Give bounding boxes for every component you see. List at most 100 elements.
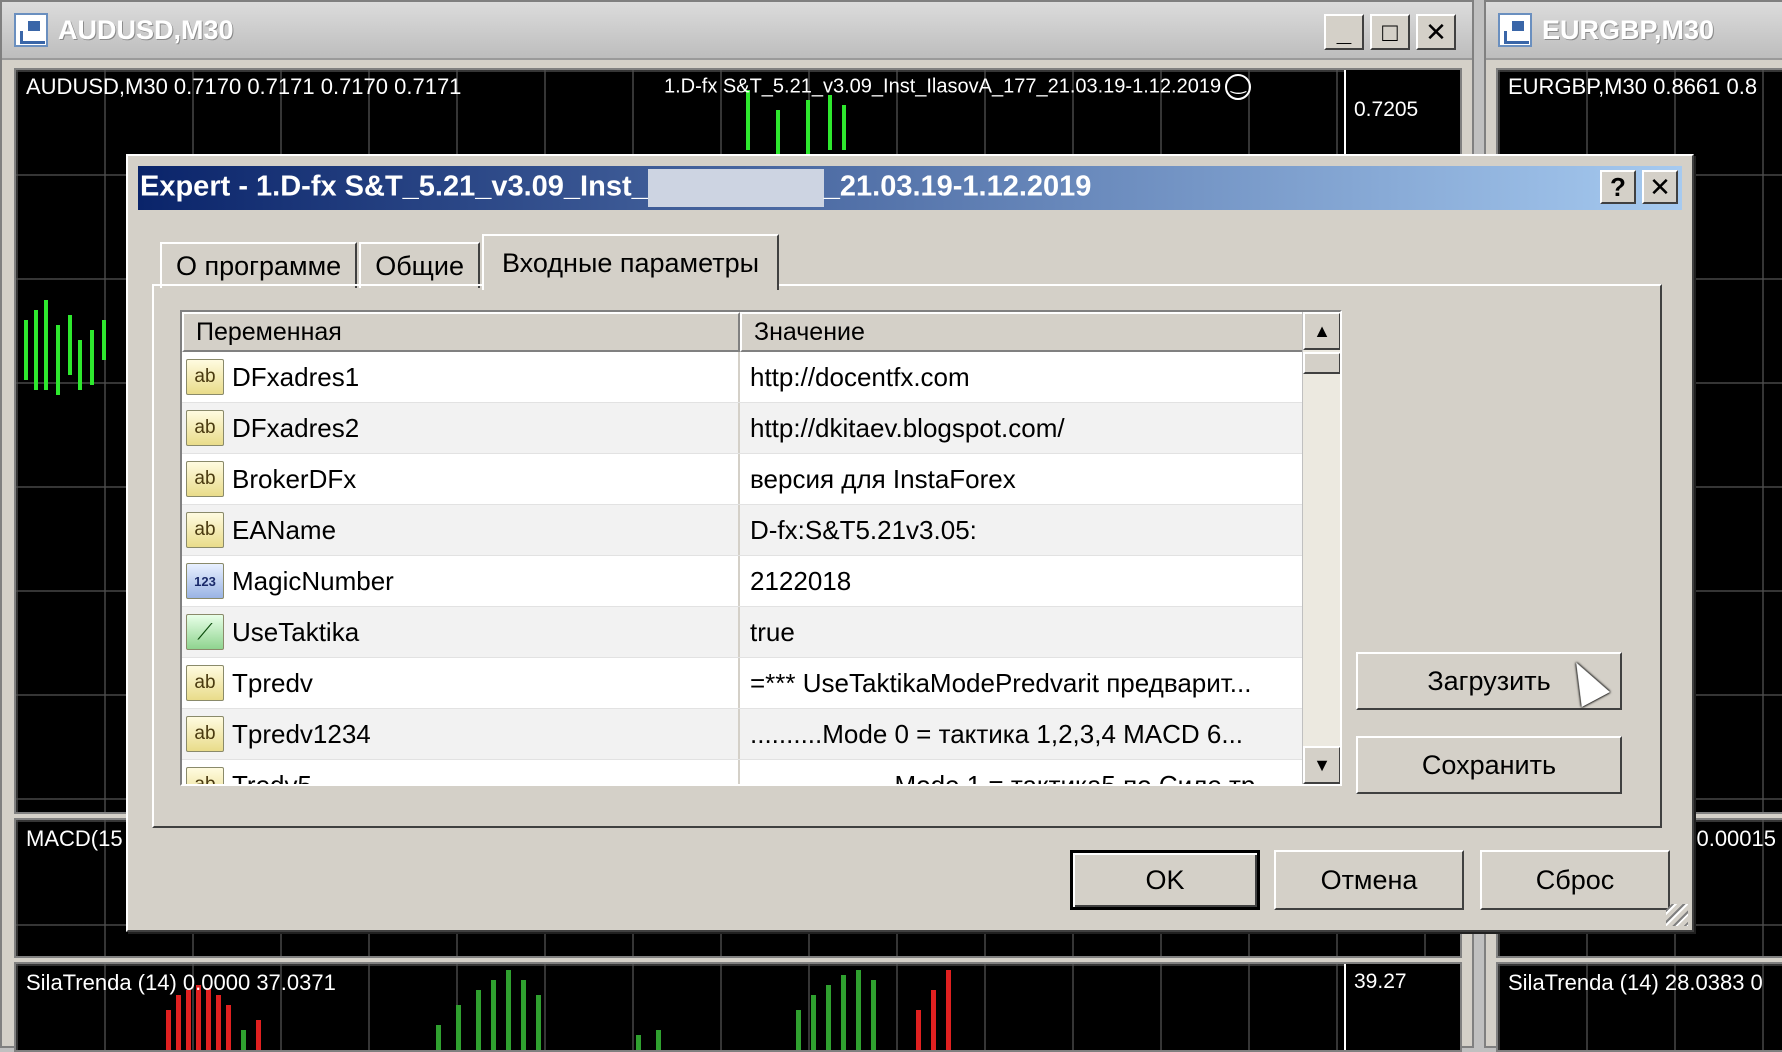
ok-button[interactable]: OK <box>1070 850 1260 910</box>
scroll-up-button[interactable]: ▲ <box>1303 312 1340 350</box>
chart-window-icon <box>14 13 48 47</box>
vertical-scrollbar[interactable]: ▲ ▼ <box>1302 312 1340 784</box>
audusd-window-title: AUDUSD,M30 <box>58 14 234 45</box>
tab-inputs[interactable]: Входные параметры <box>481 234 780 290</box>
audusd-titlebar[interactable]: AUDUSD,M30 _ □ ✕ <box>2 2 1472 60</box>
integer-type-icon: 123 <box>186 563 224 599</box>
variable-cell[interactable]: ab DFxadres1 <box>182 352 740 402</box>
expert-properties-dialog[interactable]: Expert - 1.D-fx S&T_5.21_v3.09_Inst_ _21.… <box>126 154 1694 932</box>
candle <box>68 315 72 375</box>
candle <box>56 325 60 395</box>
candle <box>102 320 106 360</box>
cancel-button[interactable]: Отмена <box>1274 850 1464 910</box>
variable-cell[interactable]: ab BrokerDFx <box>182 454 740 504</box>
variable-name: BrokerDFx <box>232 463 357 494</box>
dialog-titlebar[interactable]: Expert - 1.D-fx S&T_5.21_v3.09_Inst_ _21.… <box>138 166 1682 210</box>
resize-grip[interactable] <box>1666 904 1688 926</box>
table-row[interactable]: ab Tpredv =*** UseTaktikaModePredvarit пре… <box>182 658 1306 709</box>
reset-button[interactable]: Сброс <box>1480 850 1670 910</box>
histogram-bar <box>826 985 831 1050</box>
variable-value: true <box>750 616 795 647</box>
table-row[interactable]: ab DFxadres1 http://docentfx.com <box>182 352 1306 403</box>
value-cell[interactable]: =*** UseTaktikaModePredvarit предварит..… <box>740 658 1306 708</box>
variable-cell[interactable]: ab EAName <box>182 505 740 555</box>
histogram-bar <box>796 1010 801 1050</box>
variable-name: Tpredv1234 <box>232 718 371 749</box>
help-button[interactable]: ? <box>1600 170 1636 204</box>
value-cell[interactable]: D-fx:S&T5.21v3.05: <box>740 505 1306 555</box>
price-label: 0.7205 <box>1354 98 1419 121</box>
variable-name: Tpredv <box>232 667 313 698</box>
variable-name: UseTaktika <box>232 616 360 647</box>
value-cell[interactable]: true <box>740 607 1306 657</box>
boolean-type-icon: ⟋ <box>186 614 224 650</box>
histogram-bar <box>216 995 221 1050</box>
scroll-thumb[interactable] <box>1303 352 1340 374</box>
silatrenda-label: SilaTrenda (14) 0.0000 37.0371 <box>26 970 336 995</box>
value-cell[interactable]: http://dkitaev.blogspot.com/ <box>740 403 1306 453</box>
variable-cell[interactable]: 123 MagicNumber <box>182 556 740 606</box>
candle <box>44 300 48 390</box>
table-row[interactable]: ab Tpredv1234 ..........Mode 0 = тактика 1… <box>182 709 1306 760</box>
value-cell[interactable]: ..........Mode 0 = тактика 1,2,3,4 MACD … <box>740 709 1306 759</box>
close-window-button[interactable]: ✕ <box>1416 14 1456 50</box>
eurgbp-macd-value: 0.00015 <box>1696 826 1776 851</box>
histogram-bar <box>871 980 876 1050</box>
silatrenda-indicator-pane[interactable]: SilaTrenda (14) 0.0000 37.0371 39.27 <box>14 962 1462 1052</box>
variable-cell[interactable]: ⟋ UseTaktika <box>182 607 740 657</box>
variable-cell[interactable]: ab DFxadres2 <box>182 403 740 453</box>
minimize-button[interactable]: _ <box>1324 14 1364 50</box>
dialog-title: Expert - 1.D-fx S&T_5.21_v3.09_Inst_ _21.… <box>140 169 1091 207</box>
variable-cell[interactable]: ab Tpredv <box>182 658 740 708</box>
table-row[interactable]: ab Tredv5 Mode 1 = тактика5 по Силе тр <box>182 760 1306 786</box>
save-button[interactable]: Сохранить <box>1356 736 1622 794</box>
variable-name: Tredv5 <box>232 769 312 786</box>
column-header-value[interactable]: Значение <box>740 312 1306 352</box>
candle <box>776 110 780 160</box>
histogram-bar <box>226 1005 231 1050</box>
histogram-bar <box>456 1005 461 1050</box>
table-row[interactable]: 123 MagicNumber 2122018 <box>182 556 1306 607</box>
string-type-icon: ab <box>186 512 224 548</box>
histogram-bar <box>506 970 511 1050</box>
eurgbp-silatrenda-pane[interactable]: SilaTrenda (14) 28.0383 0 <box>1496 962 1782 1052</box>
maximize-button[interactable]: □ <box>1370 14 1410 50</box>
eurgbp-titlebar[interactable]: EURGBP,M30 <box>1486 2 1782 60</box>
string-type-icon: ab <box>186 461 224 497</box>
histogram-bar <box>841 975 846 1050</box>
histogram-bar <box>656 1030 661 1050</box>
histogram-bar <box>166 1010 171 1050</box>
table-row[interactable]: ab EAName D-fx:S&T5.21v3.05: <box>182 505 1306 556</box>
table-row[interactable]: ab DFxadres2 http://dkitaev.blogspot.com/ <box>182 403 1306 454</box>
tab-about[interactable]: О программе <box>160 242 358 288</box>
value-cell[interactable]: 2122018 <box>740 556 1306 606</box>
variable-value: D-fx:S&T5.21v3.05: <box>750 514 977 545</box>
variable-name: DFxadres1 <box>232 361 360 392</box>
table-row[interactable]: ab BrokerDFx версия для InstaForex <box>182 454 1306 505</box>
variable-value: =*** UseTaktikaModePredvarit предварит..… <box>750 667 1252 698</box>
scroll-down-button[interactable]: ▼ <box>1303 746 1340 784</box>
parameters-table[interactable]: Переменная Значение ab DFxadres1 http://do… <box>180 310 1342 786</box>
candle <box>24 320 28 380</box>
histogram-bar <box>521 980 526 1050</box>
table-row[interactable]: ⟋ UseTaktika true <box>182 607 1306 658</box>
value-cell[interactable]: версия для InstaForex <box>740 454 1306 504</box>
string-type-icon: ab <box>186 665 224 701</box>
column-header-variable[interactable]: Переменная <box>182 312 740 352</box>
candle <box>34 310 38 390</box>
silatrenda-scale: 39.27 <box>1344 964 1460 1050</box>
value-cell[interactable]: Mode 1 = тактика5 по Силе тр <box>740 760 1306 785</box>
variable-value: ..........Mode 0 = тактика 1,2,3,4 MACD … <box>750 718 1244 749</box>
value-cell[interactable]: http://docentfx.com <box>740 352 1306 402</box>
candle <box>90 330 94 385</box>
histogram-bar <box>536 995 541 1050</box>
string-type-icon: ab <box>186 359 224 395</box>
variable-cell[interactable]: ab Tpredv1234 <box>182 709 740 759</box>
dialog-tabs: О программе Общие Входные параметры <box>160 232 781 290</box>
histogram-bar <box>946 970 951 1050</box>
close-dialog-button[interactable]: ✕ <box>1642 170 1678 204</box>
variable-cell[interactable]: ab Tredv5 <box>182 760 740 786</box>
smiley-icon <box>1225 74 1252 100</box>
tab-common[interactable]: Общие <box>359 242 480 288</box>
variable-value: http://dkitaev.blogspot.com/ <box>750 412 1065 443</box>
